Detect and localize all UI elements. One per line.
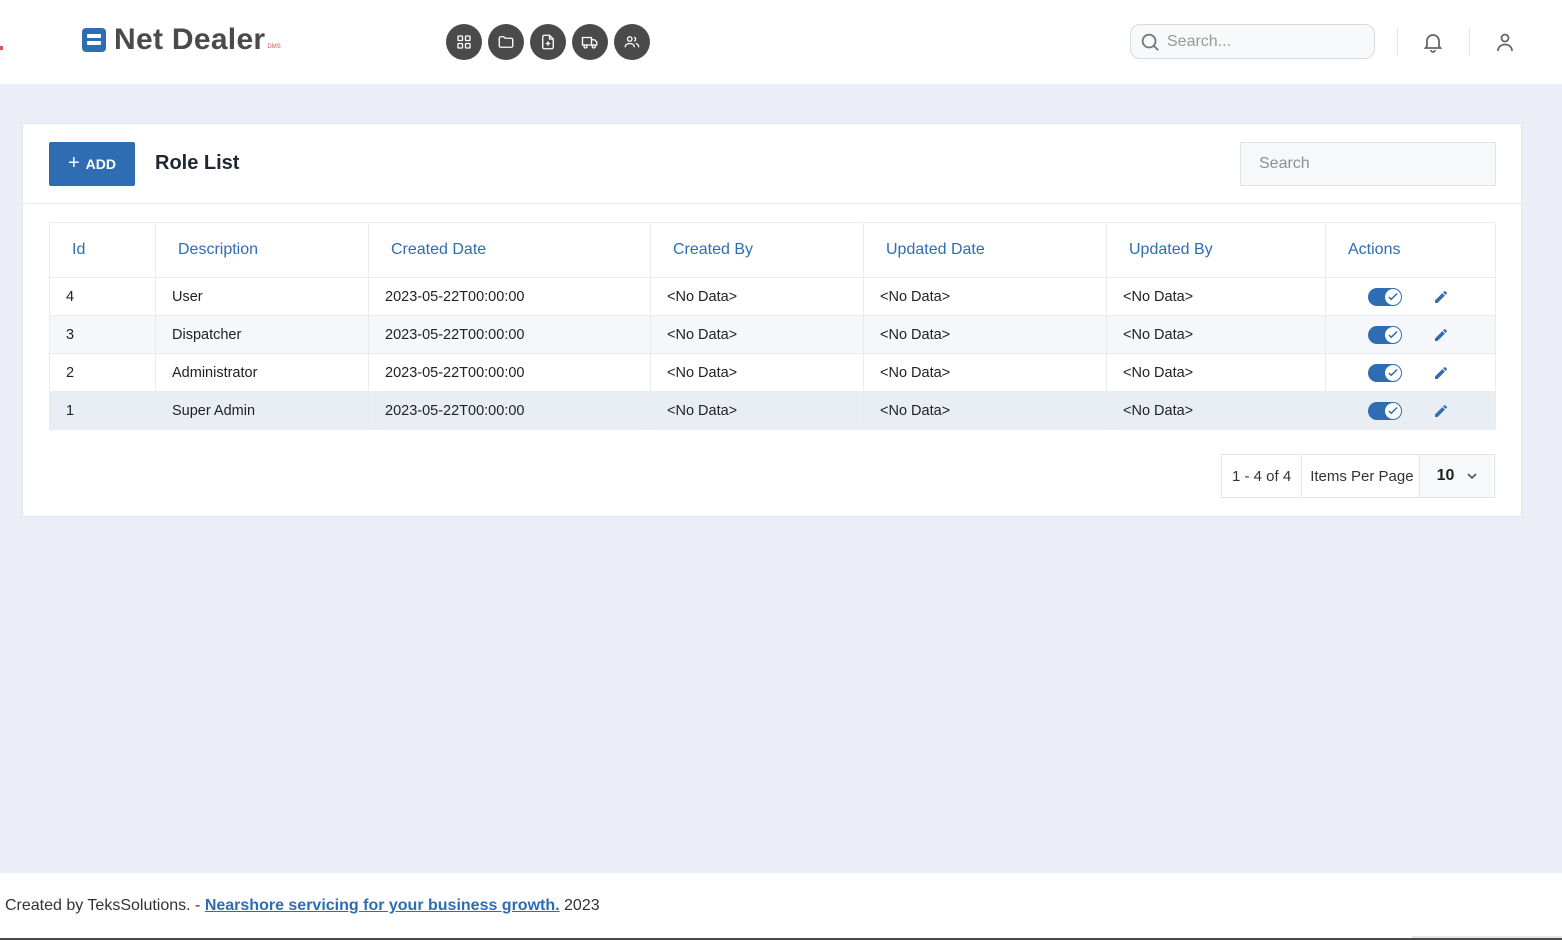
- cell-updated-date: <No Data>: [863, 353, 1107, 392]
- cell-created-by: <No Data>: [650, 315, 864, 354]
- edit-button[interactable]: [1432, 288, 1450, 306]
- notifications-button[interactable]: [1419, 28, 1447, 56]
- footer: Created by TeksSolutions. - Nearshore se…: [0, 873, 1562, 940]
- cell-id: 2: [49, 353, 156, 392]
- pagination-range: 1 - 4 of 4: [1222, 455, 1303, 497]
- check-icon: [1388, 368, 1398, 376]
- cell-id: 1: [49, 391, 156, 430]
- check-icon: [1388, 330, 1398, 338]
- role-list-card: + ADD Role List Id Description Created D…: [22, 123, 1522, 517]
- cell-updated-date: <No Data>: [863, 391, 1107, 430]
- brand-logo-icon: [82, 28, 106, 52]
- active-toggle[interactable]: [1368, 287, 1402, 306]
- edit-button[interactable]: [1432, 326, 1450, 344]
- role-search-input[interactable]: [1240, 142, 1496, 186]
- cell-created-by: <No Data>: [650, 277, 864, 316]
- truck-icon[interactable]: [572, 24, 608, 60]
- brand-subtitle: DMS: [267, 44, 281, 50]
- table-row[interactable]: 4 User 2023-05-22T00:00:00 <No Data> <No…: [49, 277, 1496, 316]
- pencil-icon: [1435, 328, 1447, 341]
- cell-id: 4: [49, 277, 156, 316]
- pencil-icon: [1435, 290, 1447, 303]
- check-icon: [1388, 292, 1398, 300]
- cell-updated-by: <No Data>: [1106, 353, 1326, 392]
- table-row[interactable]: 2 Administrator 2023-05-22T00:00:00 <No …: [49, 353, 1496, 392]
- cell-description: Super Admin: [155, 391, 369, 430]
- global-search[interactable]: [1130, 24, 1375, 59]
- table-header-row: Id Description Created Date Created By U…: [49, 222, 1496, 278]
- cell-updated-date: <No Data>: [863, 277, 1107, 316]
- footer-text: Created by TeksSolutions. - Nearshore se…: [5, 897, 600, 915]
- column-header-updated-by[interactable]: Updated By: [1106, 222, 1326, 278]
- pencil-icon: [1435, 404, 1447, 417]
- edit-button[interactable]: [1432, 364, 1450, 382]
- search-icon: [1141, 33, 1159, 51]
- items-per-page-label: Items Per Page: [1310, 467, 1414, 485]
- brand-name: Net Dealer: [114, 23, 266, 56]
- cell-actions: [1325, 277, 1496, 316]
- column-header-created-date[interactable]: Created Date: [368, 222, 651, 278]
- add-button-label: ADD: [85, 156, 117, 172]
- table-row[interactable]: 3 Dispatcher 2023-05-22T00:00:00 <No Dat…: [49, 315, 1496, 354]
- edit-button[interactable]: [1432, 402, 1450, 420]
- global-search-input[interactable]: [1167, 32, 1357, 51]
- active-toggle[interactable]: [1368, 401, 1402, 420]
- footer-link[interactable]: Nearshore servicing for your business gr…: [205, 897, 560, 914]
- chevron-down-icon: [1467, 473, 1477, 480]
- cell-created-date: 2023-05-22T00:00:00: [368, 353, 651, 392]
- cell-created-date: 2023-05-22T00:00:00: [368, 391, 651, 430]
- footer-prefix: Created by TeksSolutions. -: [5, 897, 201, 914]
- bell-icon: [1423, 34, 1443, 53]
- column-header-description[interactable]: Description: [155, 222, 369, 278]
- folder-icon[interactable]: [488, 24, 524, 60]
- page-size-select[interactable]: 10: [1418, 455, 1492, 497]
- cell-description: User: [155, 277, 369, 316]
- add-role-button[interactable]: + ADD: [49, 142, 135, 186]
- footer-year: 2023: [564, 897, 600, 914]
- divider: [1469, 28, 1470, 56]
- pencil-icon: [1435, 366, 1447, 379]
- page-title: Role List: [155, 152, 240, 174]
- module-nav: [446, 24, 650, 60]
- table-row[interactable]: 1 Super Admin 2023-05-22T00:00:00 <No Da…: [49, 391, 1496, 430]
- divider: [1397, 28, 1398, 56]
- column-header-updated-date[interactable]: Updated Date: [863, 222, 1107, 278]
- card-header: + ADD Role List: [23, 124, 1521, 204]
- profile-button[interactable]: [1491, 28, 1519, 56]
- column-header-id[interactable]: Id: [49, 222, 156, 278]
- active-toggle[interactable]: [1368, 325, 1402, 344]
- users-icon[interactable]: [614, 24, 650, 60]
- cell-id: 3: [49, 315, 156, 354]
- cell-created-date: 2023-05-22T00:00:00: [368, 277, 651, 316]
- cell-actions: [1325, 391, 1496, 430]
- column-header-created-by[interactable]: Created By: [650, 222, 864, 278]
- cell-updated-by: <No Data>: [1106, 391, 1326, 430]
- cell-updated-date: <No Data>: [863, 315, 1107, 354]
- cell-actions: [1325, 315, 1496, 354]
- cell-created-by: <No Data>: [650, 391, 864, 430]
- cell-description: Dispatcher: [155, 315, 369, 354]
- active-toggle[interactable]: [1368, 363, 1402, 382]
- cell-created-by: <No Data>: [650, 353, 864, 392]
- column-header-actions: Actions: [1325, 222, 1496, 278]
- cell-description: Administrator: [155, 353, 369, 392]
- dashboard-grid-icon[interactable]: [446, 24, 482, 60]
- brand-logo[interactable]: Net Dealer DMS: [82, 24, 281, 56]
- edge-mark: [0, 46, 3, 50]
- cell-created-date: 2023-05-22T00:00:00: [368, 315, 651, 354]
- user-icon: [1497, 33, 1513, 52]
- file-add-icon[interactable]: [530, 24, 566, 60]
- pagination: 1 - 4 of 4 Items Per Page 10: [1221, 454, 1495, 498]
- top-navbar: Net Dealer DMS: [0, 0, 1562, 84]
- page-size-value: 10: [1436, 467, 1455, 484]
- role-table: Id Description Created Date Created By U…: [49, 222, 1496, 430]
- check-icon: [1388, 406, 1398, 414]
- cell-actions: [1325, 353, 1496, 392]
- cell-updated-by: <No Data>: [1106, 315, 1326, 354]
- plus-icon: +: [67, 152, 80, 174]
- cell-updated-by: <No Data>: [1106, 277, 1326, 316]
